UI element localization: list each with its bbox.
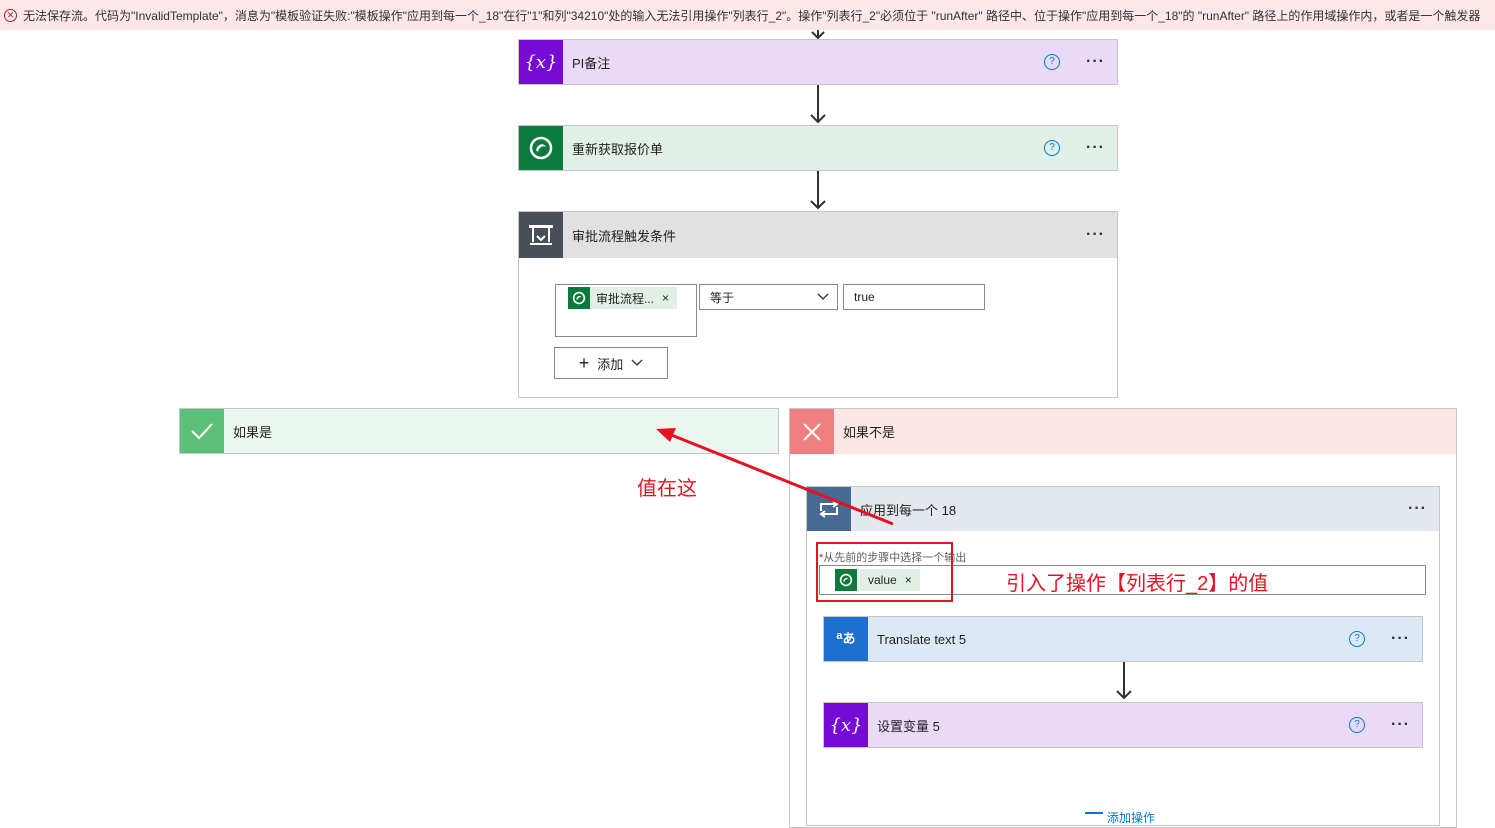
annotation-reference-note: 引入了操作【列表行_2】的值 [1006,573,1269,595]
chevron-down-icon [817,293,829,300]
add-action-icon [1085,811,1103,824]
step-condition[interactable]: 审批流程触发条件 ··· 审批流程... × 等于 true + 添加 [518,211,1118,398]
step-apply-to-each[interactable]: 应用到每一个 18 ··· *从先前的步骤中选择一个输出 value × ᵃあ … [806,486,1440,826]
step-title: 设置变量 5 [877,718,940,734]
step-title: PI备注 [572,55,611,71]
step-refetch-quote[interactable]: 重新获取报价单 ? ··· [518,125,1118,171]
help-icon[interactable]: ? [1044,54,1061,70]
step-title: Translate text 5 [877,631,967,647]
add-label: 添加 [597,356,624,372]
add-condition-button[interactable]: + 添加 [554,347,668,379]
more-options-icon[interactable]: ··· [1391,631,1410,647]
help-icon[interactable]: ? [1349,631,1366,647]
help-icon[interactable]: ? [1349,717,1366,733]
condition-left-operand[interactable]: 审批流程... × [555,284,697,337]
operator-value: 等于 [710,290,735,305]
more-options-icon[interactable]: ··· [1086,227,1105,243]
step-translate-text[interactable]: ᵃあ Translate text 5 ? ··· [823,616,1423,662]
step-pi-note[interactable]: {𝑥} PI备注 ? ··· [518,39,1118,85]
more-options-icon[interactable]: ··· [1086,54,1105,70]
checkmark-icon [180,409,224,453]
more-options-icon[interactable]: ··· [1391,717,1410,733]
condition-value-input[interactable]: true [843,284,985,310]
dynamic-token: 审批流程... × [568,287,678,309]
step-title: 审批流程触发条件 [572,228,677,244]
help-icon[interactable]: ? [1044,140,1061,156]
dataverse-icon [519,126,563,170]
flow-arrow-head [810,114,826,124]
error-icon: ✕ [4,8,17,22]
variable-icon: {𝑥} [824,703,868,747]
branch-title: 如果不是 [843,425,896,440]
add-action-button[interactable]: 添加操作 [1085,809,1155,826]
highlight-box [816,542,953,602]
token-label: 审批流程... [596,291,655,306]
flow-arrow-head [1116,690,1132,700]
step-title: 重新获取报价单 [572,141,664,157]
add-action-label: 添加操作 [1107,811,1156,825]
translate-icon: ᵃあ [824,617,868,661]
annotation-value-here: 值在这 [637,478,697,500]
step-title: 应用到每一个 18 [860,502,957,518]
error-message: 无法保存流。代码为"InvalidTemplate"，消息为"模板验证失败:"模… [23,8,1481,23]
flow-arrow-head [810,200,826,210]
condition-icon [519,212,563,258]
variable-icon: {𝑥} [519,40,563,84]
chevron-down-icon [631,359,643,366]
more-options-icon[interactable]: ··· [1086,140,1105,156]
plus-icon: + [578,352,590,373]
dataverse-icon [568,287,590,309]
more-options-icon[interactable]: ··· [1408,501,1427,517]
error-banner: ✕ 无法保存流。代码为"InvalidTemplate"，消息为"模板验证失败:… [0,0,1495,30]
remove-token-icon[interactable]: × [662,291,669,305]
operator-dropdown[interactable]: 等于 [699,284,838,310]
step-set-variable[interactable]: {𝑥} 设置变量 5 ? ··· [823,702,1423,748]
condition-value: true [854,290,875,304]
